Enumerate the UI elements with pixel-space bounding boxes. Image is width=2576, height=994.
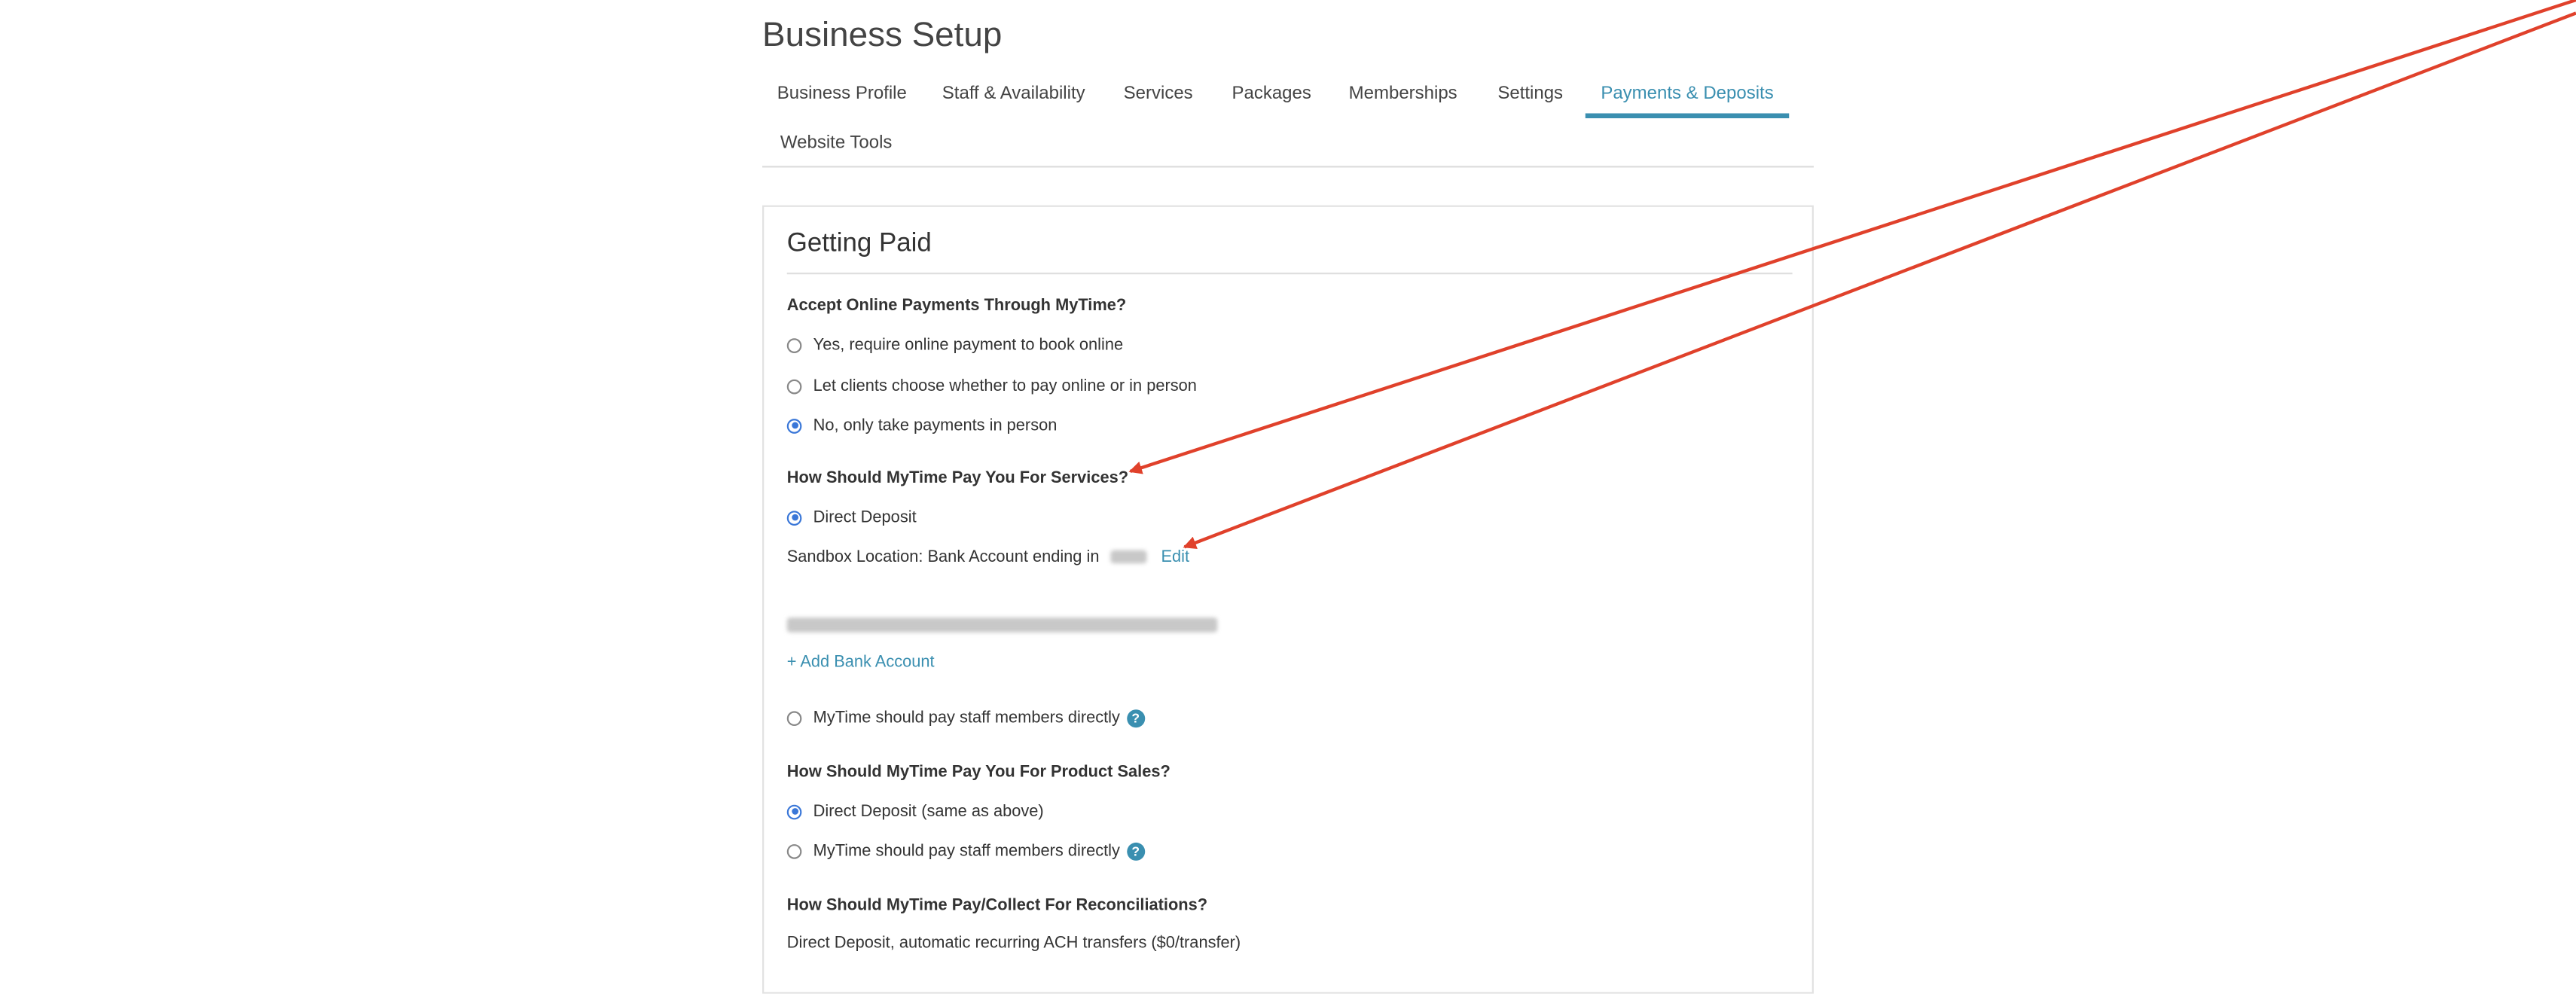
page: Business Setup Business Profile Staff & … [0,0,2576,994]
annotation-arrows [1128,0,2576,549]
annotation-arrow-to-edit-link [1183,11,2576,549]
annotation-arrow-to-services-question [1128,0,2576,474]
